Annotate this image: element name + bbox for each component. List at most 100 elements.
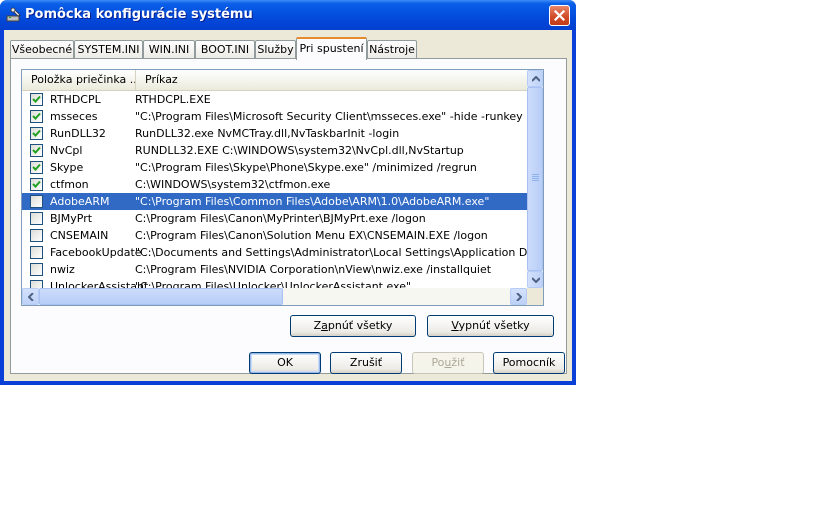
tab-startup[interactable]: Pri spustení [296,37,367,60]
checkmark-icon [32,112,41,120]
startup-item-name: NvCpl [50,144,83,157]
startup-item-name: Skype [50,161,84,174]
startup-item-command: C:\Program Files\NVIDIA Corporation\nVie… [135,263,492,276]
tab-boot-ini[interactable]: BOOT.INI [195,40,255,58]
startup-item-checkbox[interactable] [30,263,43,276]
checkmark-icon [32,95,41,103]
startup-item-checkbox[interactable] [30,229,43,242]
startup-item-command: RTHDCPL.EXE [135,93,211,106]
button-mnemonic: V [451,319,459,332]
chevron-down-icon [532,277,540,283]
list-row-adobearm[interactable]: AdobeARM "C:\Program Files\Common Files\A… [22,193,527,210]
startup-item-command: "C:\Program Files\Microsoft Security Cli… [135,110,523,123]
checkmark-icon [32,146,41,154]
startup-item-command: "C:\Documents and Settings\Administrator… [135,246,527,259]
scroll-left-button[interactable] [22,288,39,305]
startup-item-name: RunDLL32 [50,127,106,140]
list-row-msseces[interactable]: msseces "C:\Program Files\Microsoft Secur… [22,108,527,125]
horizontal-scrollbar[interactable] [22,288,527,305]
startup-item-command: RunDLL32.exe NvMCTray.dll,NvTaskbarInit … [135,127,400,140]
apply-button[interactable]: Použiť [412,352,484,374]
button-mnemonic: a [321,319,328,332]
startup-item-checkbox[interactable] [30,110,43,123]
startup-item-name: CNSEMAIN [50,229,109,242]
list-row-unlockerassistant[interactable]: UnlockerAssistant "C:\Program Files\Unloc… [22,278,527,288]
list-row-skype[interactable]: Skype "C:\Program Files\Skype\Phone\Skype… [22,159,527,176]
startup-item-checkbox[interactable] [30,161,43,174]
scroll-down-button[interactable] [527,271,543,288]
dialog-client-area: Všeobecné SYSTEM.INI WIN.INI BOOT.INI Sl… [4,30,572,381]
scroll-right-button[interactable] [510,288,527,305]
checkmark-icon [32,180,41,188]
startup-item-name: BJMyPrt [50,212,93,225]
disable-all-button[interactable]: Vypnúť všetky [427,315,554,337]
startup-item-command: C:\WINDOWS\system32\ctfmon.exe [135,178,331,191]
startup-item-name: ctfmon [50,178,89,191]
help-button[interactable]: Pomocník [493,352,565,374]
close-button[interactable] [549,5,570,26]
vertical-scrollbar[interactable] [527,70,543,288]
column-header-startup-item[interactable]: Položka priečinka ... [22,70,136,90]
tab-win-ini[interactable]: WIN.INI [143,40,195,58]
startup-item-command: "C:\Program Files\Skype\Phone\Skype.exe"… [135,161,477,174]
chevron-right-icon [516,293,522,301]
tab-system-ini[interactable]: SYSTEM.INI [74,40,143,58]
startup-item-name: AdobeARM [50,195,110,208]
column-header-command[interactable]: Príkaz [136,70,527,90]
startup-item-command: C:\Program Files\Canon\Solution Menu EX\… [135,229,488,242]
title-bar[interactable]: Pomôcka konfigurácie systému [0,0,576,30]
startup-item-command: "C:\Program Files\Common Files\Adobe\ARM… [135,195,490,208]
startup-tab-panel: Položka priečinka ... Príkaz RTHDCPL RTHD… [10,58,567,374]
button-label: Z [313,319,322,332]
startup-item-checkbox[interactable] [30,93,43,106]
button-label: pnúť všetky [327,319,393,332]
startup-item-checkbox[interactable] [30,280,43,288]
scroll-up-button[interactable] [527,70,543,87]
system-configuration-window: Pomôcka konfigurácie systému Všeobecné S… [0,0,576,385]
startup-item-command: C:\Program Files\Canon\MyPrinter\BJMyPrt… [135,212,426,225]
button-label: Po [431,356,445,369]
msconfig-app-icon [6,7,22,23]
list-row-rundll32[interactable]: RunDLL32 RunDLL32.exe NvMCTray.dll,NvTask… [22,125,527,142]
startup-item-name: nwiz [50,263,75,276]
list-row-facebookupdate[interactable]: FacebookUpdate "C:\Documents and Settings… [22,244,527,261]
startup-item-checkbox[interactable] [30,195,43,208]
enable-all-button[interactable]: Zapnúť všetky [290,315,416,337]
vertical-scroll-thumb[interactable] [527,87,543,271]
tab-services[interactable]: Služby [255,40,296,58]
button-label: ypnúť všetky [458,319,530,332]
ok-button[interactable]: OK [249,352,321,374]
startup-item-checkbox[interactable] [30,178,43,191]
list-row-nvcpl[interactable]: NvCpl RUNDLL32.EXE C:\WINDOWS\system32\Nv… [22,142,527,159]
startup-item-checkbox[interactable] [30,144,43,157]
scrollbar-corner [527,288,543,305]
startup-items-list[interactable]: Položka priečinka ... Príkaz RTHDCPL RTHD… [21,69,544,306]
list-rows: RTHDCPL RTHDCPL.EXE msseces "C:\Program Fil… [22,91,527,288]
window-title: Pomôcka konfigurácie systému [25,7,253,22]
list-row-bjmyprt[interactable]: BJMyPrt C:\Program Files\Canon\MyPrinter\… [22,210,527,227]
tab-tools[interactable]: Nástroje [367,40,417,58]
startup-item-name: UnlockerAssistant [50,280,149,288]
list-header: Položka priečinka ... Príkaz [22,70,527,91]
startup-item-command: RUNDLL32.EXE C:\WINDOWS\system32\NvCpl.d… [135,144,464,157]
list-row-cnsemain[interactable]: CNSEMAIN C:\Program Files\Canon\Solution … [22,227,527,244]
tab-general[interactable]: Všeobecné [10,40,74,58]
startup-item-checkbox[interactable] [30,246,43,259]
chevron-up-icon [532,76,540,82]
close-icon [554,10,565,21]
startup-item-command: "C:\Program Files\Unlocker\UnlockerAssis… [135,280,412,288]
cancel-button[interactable]: Zrušiť [330,352,402,374]
startup-item-checkbox[interactable] [30,212,43,225]
list-row-nwiz[interactable]: nwiz C:\Program Files\NVIDIA Corporation\… [22,261,527,278]
horizontal-scroll-thumb[interactable] [39,288,283,305]
button-label: žiť [451,356,465,369]
startup-item-name: RTHDCPL [50,93,101,106]
checkmark-icon [32,163,41,171]
list-row-ctfmon[interactable]: ctfmon C:\WINDOWS\system32\ctfmon.exe [22,176,527,193]
list-row-rthdcpl[interactable]: RTHDCPL RTHDCPL.EXE [22,91,527,108]
chevron-left-icon [28,293,34,301]
startup-item-checkbox[interactable] [30,127,43,140]
checkmark-icon [32,129,41,137]
startup-item-name: FacebookUpdate [50,246,142,259]
startup-item-name: msseces [50,110,98,123]
